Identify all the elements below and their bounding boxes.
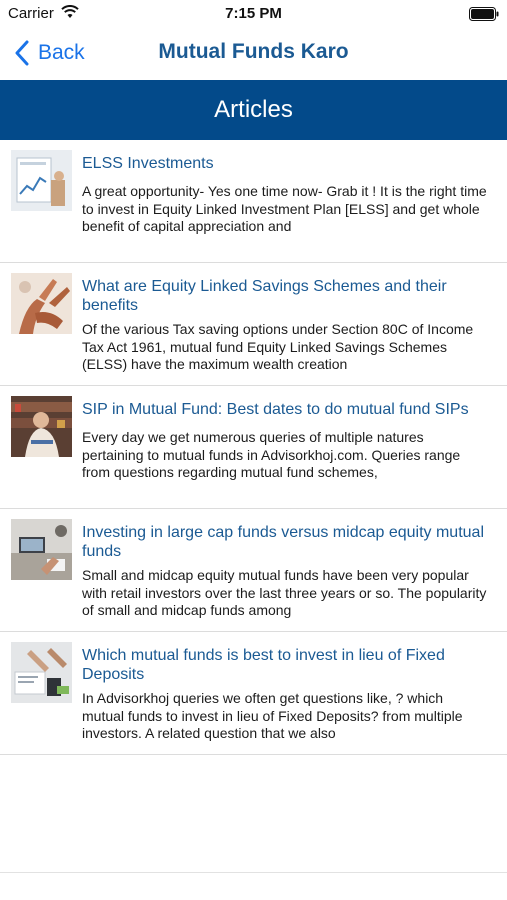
article-excerpt: Every day we get numerous queries of mul…: [82, 429, 461, 480]
article-row[interactable]: Investing in large cap funds versus midc…: [0, 509, 507, 632]
article-row[interactable]: What are Equity Linked Savings Schemes a…: [0, 263, 507, 386]
section-title: Articles: [214, 96, 293, 123]
status-bar: Carrier 7:15 PM: [0, 0, 507, 28]
article-title: Which mutual funds is best to invest in …: [82, 647, 445, 683]
article-excerpt: A great opportunity- Yes one time now- G…: [82, 183, 487, 234]
articles-list: ELSS Investments A great opportunity- Ye…: [0, 140, 507, 755]
article-thumbnail: [11, 642, 72, 703]
battery-icon: [469, 7, 499, 21]
article-row[interactable]: ELSS Investments A great opportunity- Ye…: [0, 140, 507, 263]
article-excerpt: Of the various Tax saving options under …: [82, 321, 474, 372]
article-row[interactable]: Which mutual funds is best to invest in …: [0, 632, 507, 755]
section-header: Articles: [0, 80, 507, 140]
bottom-divider: [0, 872, 507, 873]
navigation-bar: Back Mutual Funds Karo: [0, 28, 507, 80]
article-text: What are Equity Linked Savings Schemes a…: [82, 277, 487, 374]
article-thumbnail: [11, 396, 72, 457]
article-title: What are Equity Linked Savings Schemes a…: [82, 278, 447, 314]
clock-time: 7:15 PM: [225, 5, 282, 22]
page-title: Mutual Funds Karo: [158, 40, 349, 63]
article-text: Investing in large cap funds versus midc…: [82, 523, 487, 620]
article-excerpt: In Advisorkhoj queries we often get ques…: [82, 690, 463, 741]
article-title: SIP in Mutual Fund: Best dates to do mut…: [82, 401, 469, 418]
article-text: Which mutual funds is best to invest in …: [82, 646, 487, 743]
article-title: Investing in large cap funds versus midc…: [82, 524, 484, 560]
article-thumbnail: [11, 519, 72, 580]
article-row[interactable]: SIP in Mutual Fund: Best dates to do mut…: [0, 386, 507, 509]
article-text: SIP in Mutual Fund: Best dates to do mut…: [82, 400, 487, 482]
article-thumbnail: [11, 273, 72, 334]
article-thumbnail: [11, 150, 72, 211]
article-title: ELSS Investments: [82, 155, 214, 172]
article-text: ELSS Investments A great opportunity- Ye…: [82, 154, 487, 236]
article-excerpt: Small and midcap equity mutual funds hav…: [82, 567, 487, 618]
